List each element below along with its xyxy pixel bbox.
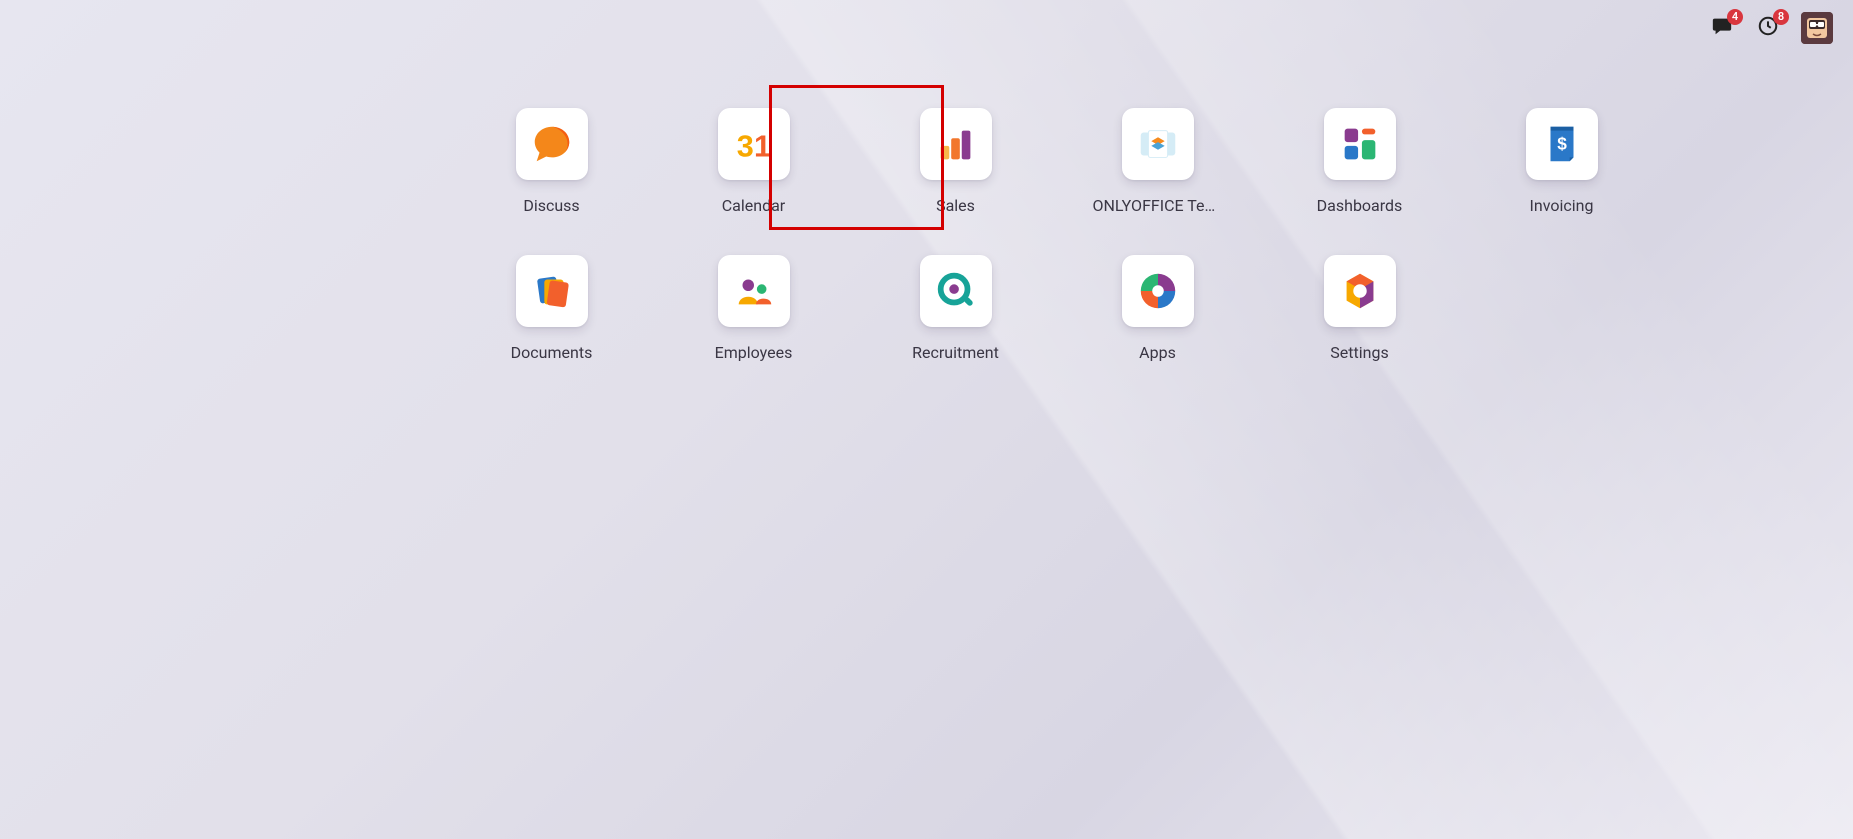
- app-label: Dashboards: [1317, 196, 1403, 215]
- app-tile-settings[interactable]: Settings: [1295, 255, 1425, 362]
- svg-text:1: 1: [754, 129, 771, 163]
- app-label: Settings: [1330, 343, 1388, 362]
- app-label: Apps: [1139, 343, 1176, 362]
- calendar-icon: 3 1: [718, 108, 790, 180]
- app-tile-dashboards[interactable]: Dashboards: [1295, 108, 1425, 215]
- app-tile-calendar[interactable]: 3 1 Calendar: [689, 108, 819, 215]
- app-tile-sales[interactable]: Sales: [891, 108, 1021, 215]
- bar-chart-icon: [920, 108, 992, 180]
- app-label: Documents: [511, 343, 593, 362]
- documents-icon: [516, 255, 588, 327]
- discuss-icon: [516, 108, 588, 180]
- avatar[interactable]: [1801, 12, 1833, 44]
- messages-badge: 4: [1727, 9, 1743, 25]
- svg-text:3: 3: [736, 129, 753, 163]
- svg-text:$: $: [1557, 134, 1567, 154]
- system-tray: 4 8: [1709, 12, 1833, 44]
- activity-button[interactable]: 8: [1755, 15, 1781, 41]
- settings-icon: [1324, 255, 1396, 327]
- invoicing-icon: $: [1526, 108, 1598, 180]
- app-label: Employees: [715, 343, 793, 362]
- app-tile-documents[interactable]: Documents: [487, 255, 617, 362]
- app-grid: Discuss 3 1 Calendar Sales: [487, 108, 1367, 362]
- app-label: Recruitment: [912, 343, 999, 362]
- activity-badge: 8: [1773, 9, 1789, 25]
- app-tile-discuss[interactable]: Discuss: [487, 108, 617, 215]
- app-label: Discuss: [523, 196, 579, 215]
- employees-icon: [718, 255, 790, 327]
- app-label: ONLYOFFICE Tem…: [1093, 196, 1223, 215]
- apps-icon: [1122, 255, 1194, 327]
- app-tile-employees[interactable]: Employees: [689, 255, 819, 362]
- app-tile-onlyoffice-templates[interactable]: ONLYOFFICE Tem…: [1093, 108, 1223, 215]
- app-label: Invoicing: [1530, 196, 1594, 215]
- dashboards-icon: [1324, 108, 1396, 180]
- app-tile-invoicing[interactable]: $ Invoicing: [1497, 108, 1627, 215]
- onlyoffice-icon: [1122, 108, 1194, 180]
- recruitment-icon: [920, 255, 992, 327]
- app-tile-recruitment[interactable]: Recruitment: [891, 255, 1021, 362]
- app-label: Calendar: [722, 196, 785, 215]
- app-tile-apps[interactable]: Apps: [1093, 255, 1223, 362]
- app-launcher: Discuss 3 1 Calendar Sales: [487, 108, 1367, 362]
- app-label: Sales: [936, 196, 975, 215]
- messages-button[interactable]: 4: [1709, 15, 1735, 41]
